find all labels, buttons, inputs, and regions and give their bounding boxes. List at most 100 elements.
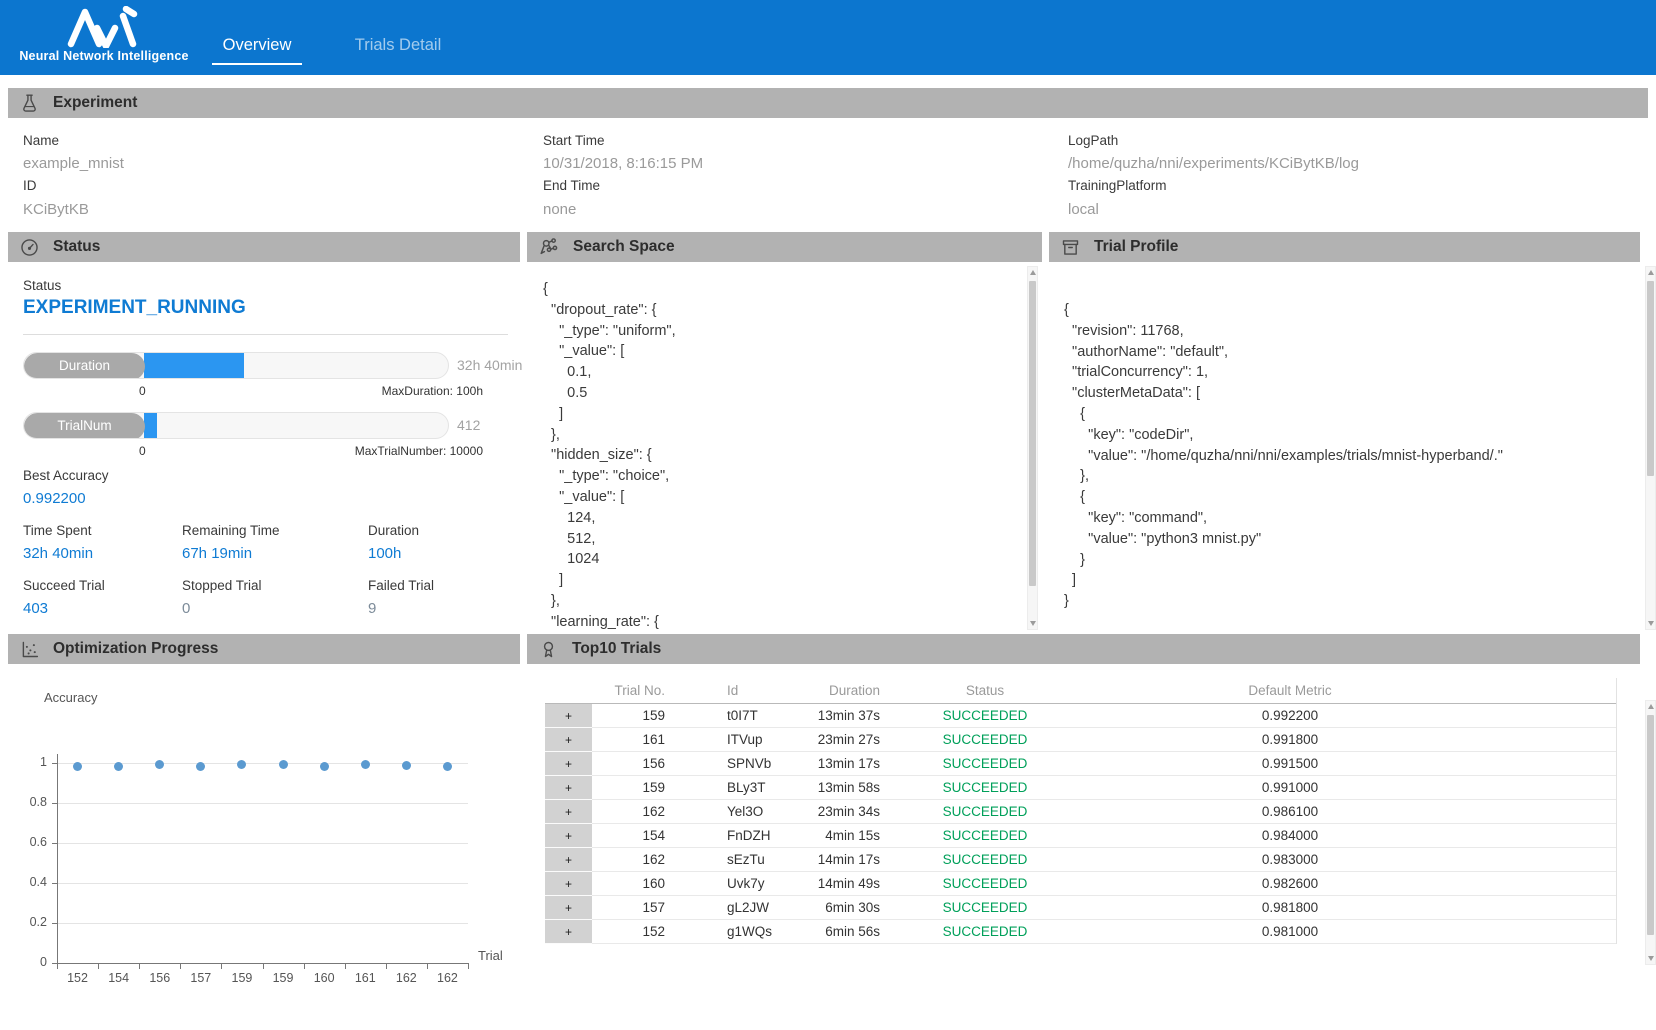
- expand-row-button[interactable]: +: [545, 920, 592, 944]
- table-row: + 159 t0I7T 13min 37s SUCCEEDED 0.992200: [545, 704, 1616, 728]
- table-row: + 159 BLy3T 13min 58s SUCCEEDED 0.991000: [545, 776, 1616, 800]
- top10-section-header: Top10 Trials: [527, 634, 1640, 664]
- stopped-trial-label: Stopped Trial: [182, 578, 262, 593]
- cell-status: SUCCEEDED: [890, 728, 1080, 752]
- x-tick-label: 152: [58, 971, 98, 985]
- field-platform-value: local: [1068, 201, 1099, 218]
- cell-status: SUCCEEDED: [890, 776, 1080, 800]
- scroll-down-icon[interactable]: [1028, 618, 1037, 629]
- cell-id: t0I7T: [690, 704, 800, 728]
- table-row: + 161 ITVup 23min 27s SUCCEEDED 0.991800: [545, 728, 1616, 752]
- top10-section-title: Top10 Trials: [572, 640, 661, 658]
- status-section-header: Status: [8, 232, 520, 262]
- expand-row-button[interactable]: +: [545, 752, 592, 776]
- nni-overview-page: Neural Network Intelligence Overview Tri…: [0, 0, 1656, 1030]
- scroll-down-icon[interactable]: [1646, 618, 1655, 629]
- x-tick-label: 157: [181, 971, 221, 985]
- field-starttime-label: Start Time: [543, 133, 605, 148]
- best-accuracy-value: 0.992200: [23, 490, 86, 507]
- trial-profile-json: { "revision": 11768, "authorName": "defa…: [1064, 300, 1630, 620]
- expand-row-button[interactable]: +: [545, 848, 592, 872]
- x-tick-label: 161: [345, 971, 385, 985]
- field-logpath-value: /home/quzha/nni/experiments/KCiBytKB/log: [1068, 155, 1359, 172]
- best-accuracy-label: Best Accuracy: [23, 468, 109, 483]
- cell-status: SUCCEEDED: [890, 896, 1080, 920]
- expand-row-button[interactable]: +: [545, 776, 592, 800]
- x-tick-label: 162: [386, 971, 426, 985]
- cell-duration: 13min 58s: [800, 776, 890, 800]
- cell-metric: 0.986100: [1080, 800, 1500, 824]
- cell-id: Yel3O: [690, 800, 800, 824]
- expand-row-button[interactable]: +: [545, 800, 592, 824]
- cell-metric: 0.981000: [1080, 920, 1500, 944]
- cell-metric: 0.991000: [1080, 776, 1500, 800]
- col-trial-no: Trial No.: [592, 678, 690, 704]
- duration-min: 0: [139, 384, 146, 398]
- expand-row-button[interactable]: +: [545, 728, 592, 752]
- scroll-down-icon[interactable]: [1646, 953, 1655, 964]
- scatter-point: [196, 762, 205, 771]
- y-tick-label: 0.2: [7, 915, 47, 929]
- search-space-json: { "dropout_rate": { "_type": "uniform", …: [543, 279, 1011, 632]
- cell-id: FnDZH: [690, 824, 800, 848]
- field-name-label: Name: [23, 133, 59, 148]
- trialnum-progress-fill: [144, 413, 157, 439]
- top10-scrollbar[interactable]: [1645, 700, 1656, 965]
- cell-trial-no: 157: [592, 896, 690, 920]
- trial-profile-section-header: Trial Profile: [1049, 232, 1640, 262]
- expand-row-button[interactable]: +: [545, 824, 592, 848]
- scatter-point: [237, 760, 246, 769]
- duration-progress-fill: [144, 353, 244, 379]
- tab-overview[interactable]: Overview: [212, 36, 302, 65]
- field-logpath-label: LogPath: [1068, 133, 1118, 148]
- trial-profile-section-title: Trial Profile: [1094, 238, 1178, 256]
- tab-trials-detail[interactable]: Trials Detail: [348, 36, 448, 63]
- cell-trial-no: 162: [592, 800, 690, 824]
- field-name-value: example_mnist: [23, 155, 124, 172]
- field-starttime-value: 10/31/2018, 8:16:15 PM: [543, 155, 703, 172]
- cell-trial-no: 156: [592, 752, 690, 776]
- cell-id: Uvk7y: [690, 872, 800, 896]
- cell-trial-no: 159: [592, 776, 690, 800]
- search-space-section-title: Search Space: [573, 238, 675, 256]
- scatter-chart-icon: [19, 639, 40, 660]
- expand-row-button[interactable]: +: [545, 704, 592, 728]
- nni-logo[interactable]: Neural Network Intelligence: [14, 4, 194, 63]
- cell-id: BLy3T: [690, 776, 800, 800]
- archive-box-icon: [1060, 237, 1081, 258]
- scrollbar-thumb[interactable]: [1647, 281, 1654, 476]
- expand-row-button[interactable]: +: [545, 896, 592, 920]
- trial-profile-scrollbar[interactable]: [1645, 266, 1656, 630]
- cell-metric: 0.981800: [1080, 896, 1500, 920]
- cell-duration: 13min 17s: [800, 752, 890, 776]
- plot-area: 00.20.40.60.8115215415615715915916016116…: [0, 664, 522, 1004]
- remaining-time-label: Remaining Time: [182, 523, 280, 538]
- experiment-section-header: Experiment: [8, 88, 1648, 118]
- scroll-up-icon[interactable]: [1646, 267, 1655, 278]
- col-filler: [1500, 678, 1616, 704]
- cell-trial-no: 162: [592, 848, 690, 872]
- expand-row-button[interactable]: +: [545, 872, 592, 896]
- scrollbar-thumb[interactable]: [1029, 281, 1036, 586]
- cell-duration: 23min 27s: [800, 728, 890, 752]
- experiment-section-title: Experiment: [53, 94, 137, 112]
- table-header-row: Trial No. Id Duration Status Default Met…: [545, 678, 1616, 704]
- search-space-scrollbar[interactable]: [1027, 266, 1038, 630]
- scatter-point: [402, 761, 411, 770]
- scrollbar-thumb[interactable]: [1647, 715, 1654, 935]
- cell-status: SUCCEEDED: [890, 800, 1080, 824]
- medal-icon: [538, 639, 559, 660]
- trialnum-progressbar: TrialNum: [23, 412, 449, 439]
- remaining-time-value: 67h 19min: [182, 545, 252, 562]
- scatter-point: [320, 762, 329, 771]
- cell-status: SUCCEEDED: [890, 704, 1080, 728]
- field-platform-label: TrainingPlatform: [1068, 178, 1167, 193]
- scroll-up-icon[interactable]: [1028, 267, 1037, 278]
- x-tick-label: 160: [304, 971, 344, 985]
- scroll-up-icon[interactable]: [1646, 701, 1655, 712]
- time-spent-value: 32h 40min: [23, 545, 93, 562]
- cell-duration: 14min 49s: [800, 872, 890, 896]
- scatter-point: [114, 762, 123, 771]
- succeed-trial-label: Succeed Trial: [23, 578, 105, 593]
- trialnum-max: MaxTrialNumber: 10000: [283, 444, 483, 458]
